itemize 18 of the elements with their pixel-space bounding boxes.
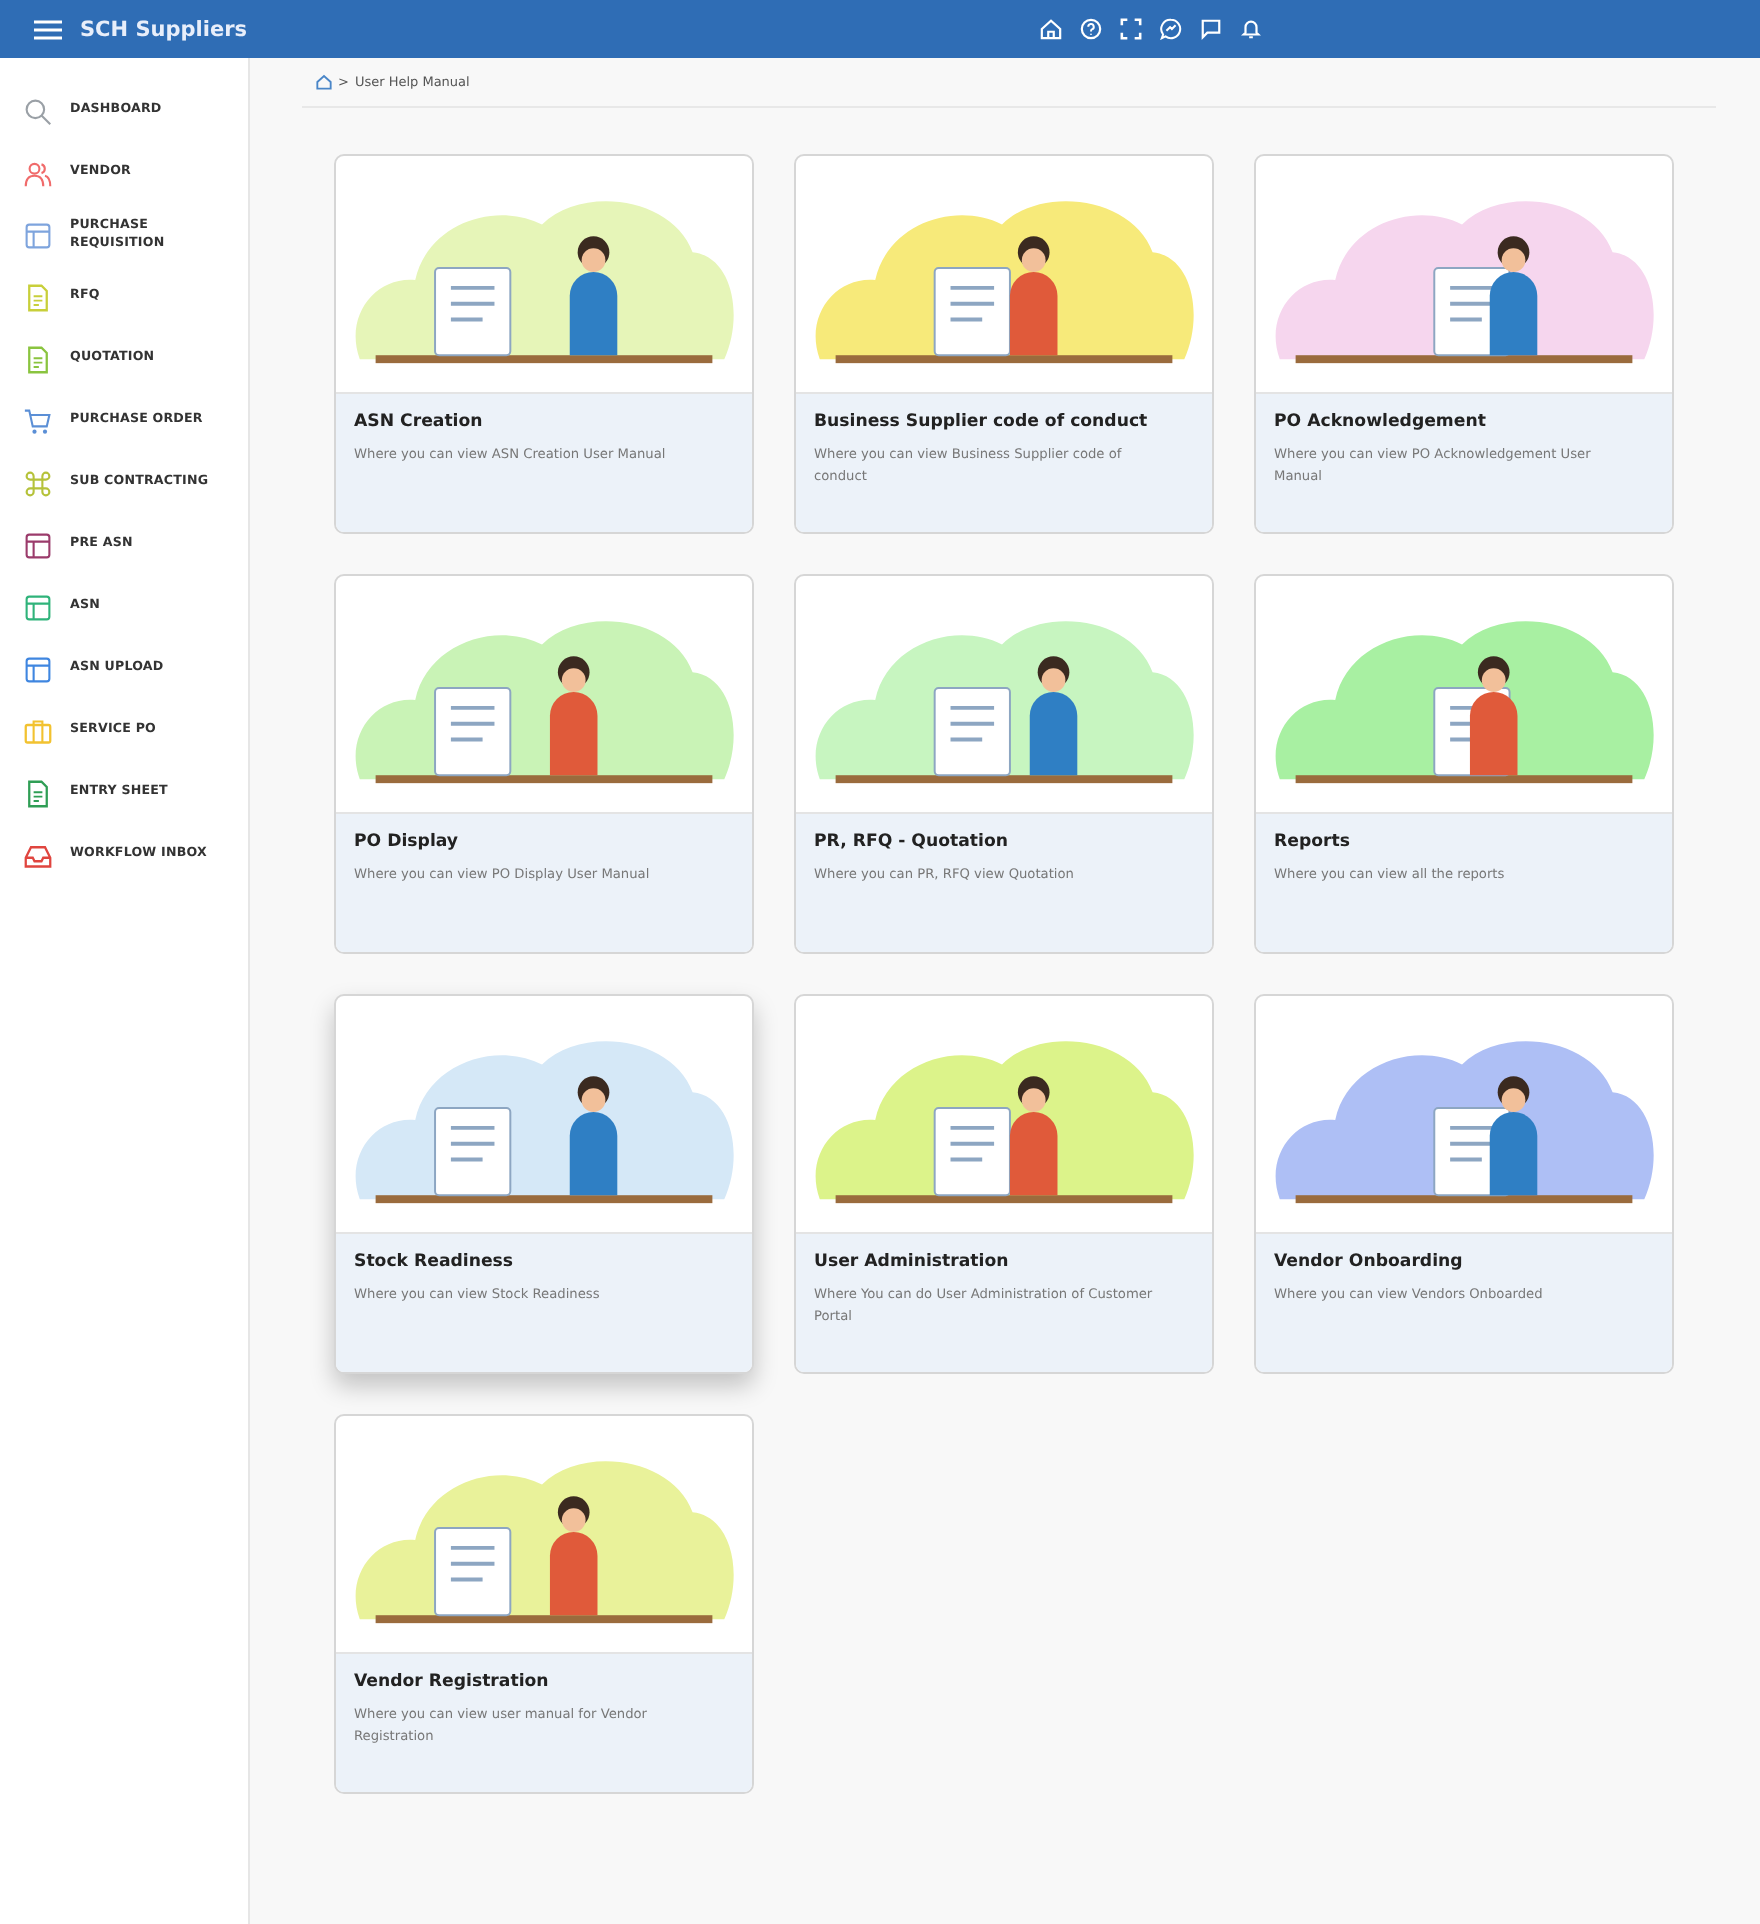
card-title: Stock Readiness xyxy=(354,1252,516,1272)
card-title: Reports xyxy=(1274,832,1352,852)
card-title: Business Supplier code of conduct xyxy=(814,412,1150,432)
bell-icon[interactable] xyxy=(1239,18,1262,40)
app-title: SCH Suppliers xyxy=(80,17,248,41)
card-title: PR, RFQ - Quotation xyxy=(814,832,1010,852)
card-title: Vendor Onboarding xyxy=(1274,1252,1465,1272)
fullscreen-icon[interactable] xyxy=(1119,18,1142,40)
menu-icon[interactable] xyxy=(34,19,62,39)
message-icon[interactable] xyxy=(1199,18,1222,40)
chat-icon[interactable] xyxy=(1159,18,1182,40)
card-title: PO Display xyxy=(354,832,461,852)
card-title: PO Acknowledgement xyxy=(1274,412,1488,432)
card-title: ASN Creation xyxy=(354,412,485,432)
help-icon[interactable] xyxy=(1079,18,1102,40)
home-icon[interactable] xyxy=(316,74,332,90)
card-title: User Administration xyxy=(814,1252,1011,1272)
card-title: Vendor Registration xyxy=(354,1672,551,1692)
